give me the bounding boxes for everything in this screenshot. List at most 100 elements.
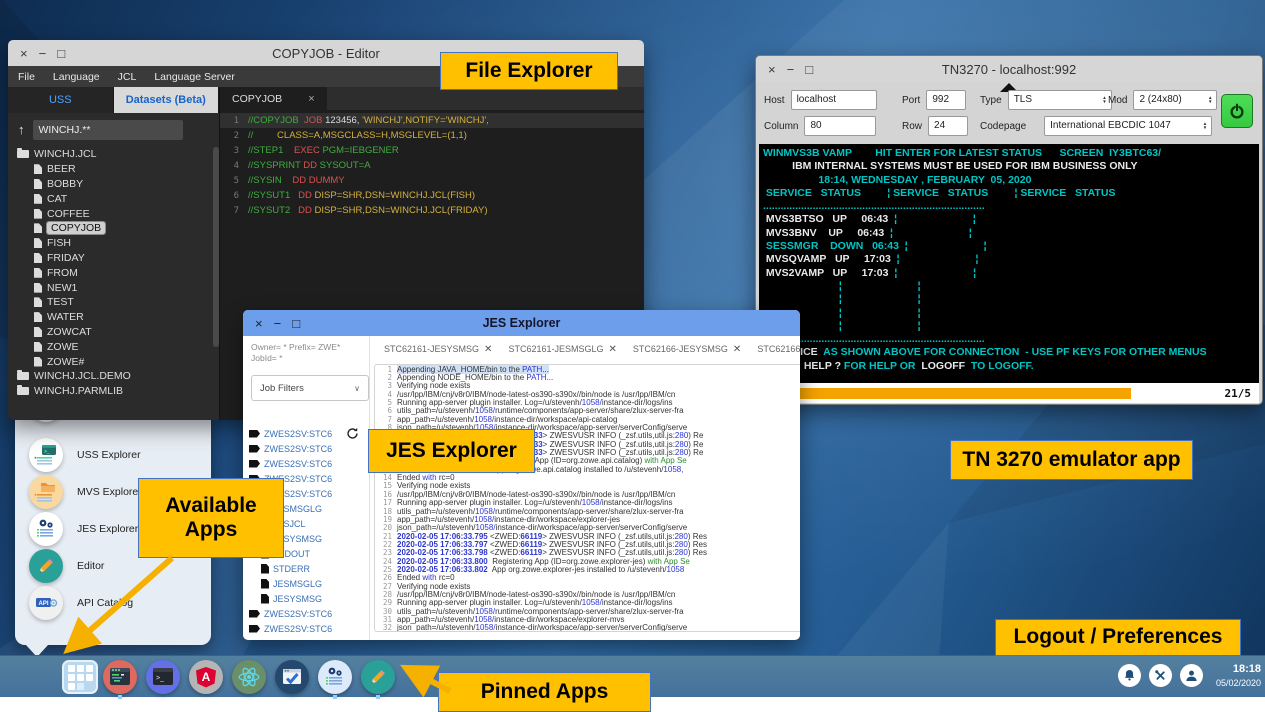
code-line[interactable]: 3//STEP1 EXEC PGM=IEBGENER [220, 143, 644, 158]
line-text: //SYSIN DD DUMMY [248, 175, 345, 186]
code-line[interactable]: 4//SYSPRINT DD SYSOUT=A [220, 158, 644, 173]
tree-item[interactable]: ZOWE# [8, 354, 211, 369]
check-window-icon[interactable] [275, 660, 309, 694]
tree-item[interactable]: BEER [8, 162, 211, 177]
terminal-line: ........................................… [763, 200, 1255, 213]
editor-tab-copyjob[interactable]: COPYJOB × [220, 87, 327, 110]
launcher-app-label: USS Explorer [77, 449, 141, 461]
line-number: 6 [220, 191, 248, 201]
code-editor[interactable]: 1//COPYJOB JOB 123456, 'WINCHJ',NOTIFY='… [220, 110, 644, 218]
stepper-icon[interactable]: ▲▼ [1199, 122, 1211, 131]
job-output-log[interactable]: 1Appending JAVA_HOME/bin to the PATH...2… [374, 364, 800, 632]
angular-icon[interactable]: A [189, 660, 223, 694]
tree-item[interactable]: FROM [8, 265, 211, 280]
job-item[interactable]: ZWES2SV:STC6 [249, 441, 367, 456]
menu-item-file[interactable]: File [18, 71, 35, 83]
host-input[interactable]: localhost [791, 90, 877, 110]
editor-sidebar-tabs: USSDatasets (Beta) [8, 87, 219, 113]
editor-icon[interactable] [361, 660, 395, 694]
grid-cell [77, 674, 84, 681]
output-tab[interactable]: STC62166-JESM✕ [757, 344, 800, 355]
tab-uss[interactable]: USS [8, 87, 114, 113]
terminal-line: MVS3BNV UP 06:43 ¦ ¦ [763, 227, 1255, 240]
menu-item-language[interactable]: Language [53, 71, 100, 83]
job-item[interactable]: ZWES2SV:STC6 [249, 426, 367, 441]
dataset-filter-input[interactable]: WINCHJ.** [33, 120, 183, 140]
job-icon [249, 640, 260, 641]
tree-item-label: TEST [47, 296, 74, 308]
tree-item[interactable]: WINCHJ.JCL.DEMO [8, 369, 211, 384]
close-icon[interactable]: ✕ [608, 344, 616, 355]
launcher-app-editor[interactable]: Editor [29, 549, 104, 583]
close-icon[interactable]: ✕ [484, 344, 492, 355]
launcher-app-mvs-explorer[interactable]: MVS Explorer [29, 475, 142, 509]
menu-item-jcl[interactable]: JCL [118, 71, 137, 83]
jes-output-area: STC62161-JESYSMSG✕ STC62161-JESMSGLG✕ STC6… [370, 336, 800, 640]
job-item[interactable]: ZWES2SV:STC6 [249, 621, 367, 636]
job-filters-dropdown[interactable]: Job Filters ∨ [251, 375, 369, 401]
stepper-icon[interactable]: ▲▼ [1204, 96, 1216, 105]
job-item[interactable]: ZWES2SV:STC6 [249, 456, 367, 471]
tree-item[interactable]: WATER [8, 310, 211, 325]
tree-item[interactable]: CAT [8, 191, 211, 206]
job-item[interactable]: ZWESECUR:JOI [249, 636, 367, 640]
tools-icon[interactable] [1149, 664, 1172, 687]
code-window-icon[interactable] [103, 660, 137, 694]
app-grid-launcher-button[interactable] [62, 660, 98, 694]
port-input[interactable]: 992 [926, 90, 966, 110]
launcher-app-uss-explorer[interactable]: >_USS Explorer [29, 438, 141, 472]
power-button[interactable] [1221, 94, 1253, 128]
code-line[interactable]: 5//SYSIN DD DUMMY [220, 173, 644, 188]
mod-select[interactable]: 2 (24x80) ▲▼ [1133, 90, 1217, 110]
terminal-line: MVS2VAMP UP 17:03 ¦ ¦ [763, 267, 1255, 280]
terminal-line: WINMVS3B VAMP HIT ENTER FOR LATEST STATU… [763, 147, 1255, 160]
document-icon [34, 327, 42, 337]
menu-item-language-server[interactable]: Language Server [154, 71, 235, 83]
tree-item[interactable]: BOBBY [8, 177, 211, 192]
row-input[interactable]: 24 [928, 116, 968, 136]
job-item[interactable]: ZWES2SV:STC6 [249, 606, 367, 621]
spool-file-item[interactable]: STDERR [249, 561, 367, 576]
type-select[interactable]: TLS ▲▼ [1008, 90, 1112, 110]
output-tab[interactable]: STC62161-JESMSGLG✕ [508, 344, 616, 355]
document-icon [34, 357, 42, 367]
tree-item[interactable]: TEST [8, 295, 211, 310]
tree-item[interactable]: COPYJOB [8, 221, 211, 236]
tree-item[interactable]: WINCHJ.PARMLIB [8, 384, 211, 399]
grid-cell [77, 683, 84, 690]
tree-item[interactable]: FISH [8, 236, 211, 251]
tree-item[interactable]: WINCHJ.JCL [8, 147, 211, 162]
close-icon[interactable]: × [308, 93, 314, 105]
tree-item[interactable]: NEW1 [8, 280, 211, 295]
refresh-icon[interactable] [346, 427, 359, 440]
code-line[interactable]: 1//COPYJOB JOB 123456, 'WINCHJ',NOTIFY='… [220, 113, 644, 128]
code-line[interactable]: 2// CLASS=A,MSGCLASS=H,MSGLEVEL=(1,1) [220, 128, 644, 143]
terminal-icon[interactable]: >_ [146, 660, 180, 694]
tab-datasets-beta-[interactable]: Datasets (Beta) [114, 87, 220, 113]
code-line[interactable]: 7//SYSUT2 DD DISP=SHR,DSN=WINCHJ.JCL(FRI… [220, 203, 644, 218]
close-icon[interactable]: ✕ [733, 344, 741, 355]
launcher-app-label: JES Explorer [77, 523, 138, 535]
bell-icon[interactable] [1118, 664, 1141, 687]
codepage-select[interactable]: International EBCDIC 1047 ▲▼ [1044, 116, 1212, 136]
output-tab[interactable]: STC62161-JESYSMSG✕ [384, 344, 492, 355]
gears-doc-icon[interactable] [318, 660, 352, 694]
column-input[interactable]: 80 [804, 116, 876, 136]
tree-item[interactable]: COFFEE [8, 206, 211, 221]
grid-cell [68, 674, 75, 681]
code-line[interactable]: 6//SYSUT1 DD DISP=SHR,DSN=WINCHJ.JCL(FIS… [220, 188, 644, 203]
output-tab[interactable]: STC62166-JESYSMSG✕ [633, 344, 741, 355]
launcher-app-jes-explorer[interactable]: JES Explorer [29, 512, 138, 546]
tree-item[interactable]: ZOWCAT [8, 325, 211, 340]
log-line[interactable]: 32json_path=/u/stevenh/1058/instance-dir… [375, 624, 800, 632]
launcher-app-api-catalog[interactable]: APIAPI Catalog [29, 586, 133, 620]
tree-item[interactable]: ZOWE [8, 339, 211, 354]
up-arrow-icon[interactable]: ↑ [18, 122, 25, 137]
tn3270-terminal-screen[interactable]: WINMVS3B VAMP HIT ENTER FOR LATEST STATU… [759, 144, 1259, 384]
tree-scrollbar[interactable] [213, 147, 219, 347]
tree-item[interactable]: FRIDAY [8, 251, 211, 266]
spool-file-item[interactable]: JESYSMSG [249, 591, 367, 606]
react-icon[interactable] [232, 660, 266, 694]
spool-file-item[interactable]: JESMSGLG [249, 576, 367, 591]
user-icon[interactable] [1180, 664, 1203, 687]
